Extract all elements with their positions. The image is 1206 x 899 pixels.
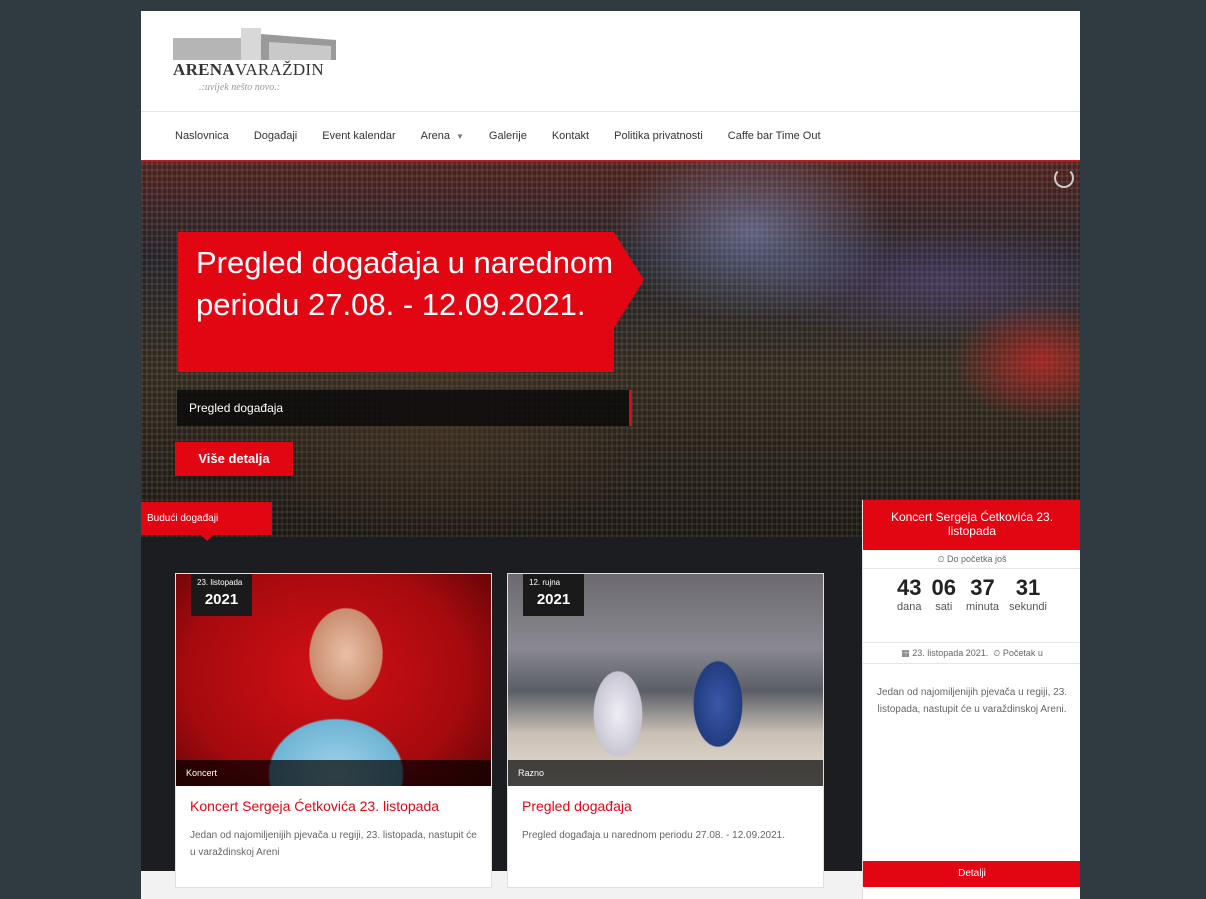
calendar-icon: ▦ [901,648,910,658]
hero-slider[interactable]: Pregled događaja u narednom periodu 27.0… [141,162,1080,537]
countdown-description: Jedan od najomiljenijih pjevača u regiji… [876,687,1068,715]
countdown-details-button[interactable]: Detalji [863,861,1080,887]
arena-building-icon [173,28,336,60]
countdown-hours: 06 sati [931,575,956,613]
nav-item-arena[interactable]: Arena ▼ [421,130,464,142]
clock-icon: ⏲ [993,648,1001,658]
event-excerpt: Jedan od najomiljenijih pjevača u regiji… [190,830,477,858]
countdown-until-label: ⏲ Do početka još [863,550,1080,569]
countdown-seconds: 31 sekundi [1009,575,1047,613]
event-card[interactable]: 23. listopada 2021 Koncert Koncert Serge… [175,573,492,888]
page: ARENAVARAŽDIN .:uvijek nešto novo.: Nasl… [141,11,1080,899]
countdown-minutes: 37 minuta [966,575,1000,613]
hero-subtitle: Pregled događaja [177,390,632,426]
loading-spinner-icon [1054,168,1074,188]
main-nav: Naslovnica Događaji Event kalendar Arena… [141,111,1080,163]
event-title-link[interactable]: Koncert Sergeja Ćetkovića 23. listopada [190,798,439,814]
date-badge: 23. listopada 2021 [191,574,252,616]
hero-more-details-button[interactable]: Više detalja [175,442,293,476]
clock-icon: ⏲ [937,554,945,564]
nav-item-event-kalendar[interactable]: Event kalendar [322,130,395,142]
date-badge: 12. rujna 2021 [523,574,584,616]
site-logo[interactable]: ARENAVARAŽDIN .:uvijek nešto novo.: [171,26,351,96]
chevron-down-icon: ▼ [455,132,464,141]
countdown-timer: 43 dana 06 sati 37 minuta 31 sekundi [863,575,1080,613]
event-category[interactable]: Razno [508,760,823,786]
site-header: ARENAVARAŽDIN .:uvijek nešto novo.: [141,11,1080,111]
countdown-event-title[interactable]: Koncert Sergeja Ćetkovića 23. listopada [863,500,1080,550]
upcoming-events-tab[interactable]: Budući događaji [141,502,272,541]
nav-item-caffe-bar[interactable]: Caffe bar Time Out [728,130,821,142]
event-image[interactable]: 12. rujna 2021 Razno [508,574,823,786]
nav-item-dogadaji[interactable]: Događaji [254,130,297,142]
nav-item-politika-privatnosti[interactable]: Politika privatnosti [614,130,703,142]
event-title-link[interactable]: Pregled događaja [522,798,632,814]
event-image[interactable]: 23. listopada 2021 Koncert [176,574,491,786]
logo-wordmark: ARENAVARAŽDIN [173,60,324,79]
nav-item-kontakt[interactable]: Kontakt [552,130,589,142]
countdown-widget: Koncert Sergeja Ćetkovića 23. listopada … [862,500,1080,899]
hero-title: Pregled događaja u narednom periodu 27.0… [178,232,644,372]
countdown-days: 43 dana [897,575,922,613]
countdown-meta: ▦ 23. listopada 2021. ⏲ Početak u [863,642,1080,664]
nav-item-naslovnica[interactable]: Naslovnica [175,130,229,142]
event-category[interactable]: Koncert [176,760,491,786]
event-excerpt: Pregled događaja u narednom periodu 27.0… [522,830,785,841]
nav-item-galerije[interactable]: Galerije [489,130,527,142]
event-card[interactable]: 12. rujna 2021 Razno Pregled događaja Pr… [507,573,824,888]
logo-tagline: .:uvijek nešto novo.: [199,82,281,93]
